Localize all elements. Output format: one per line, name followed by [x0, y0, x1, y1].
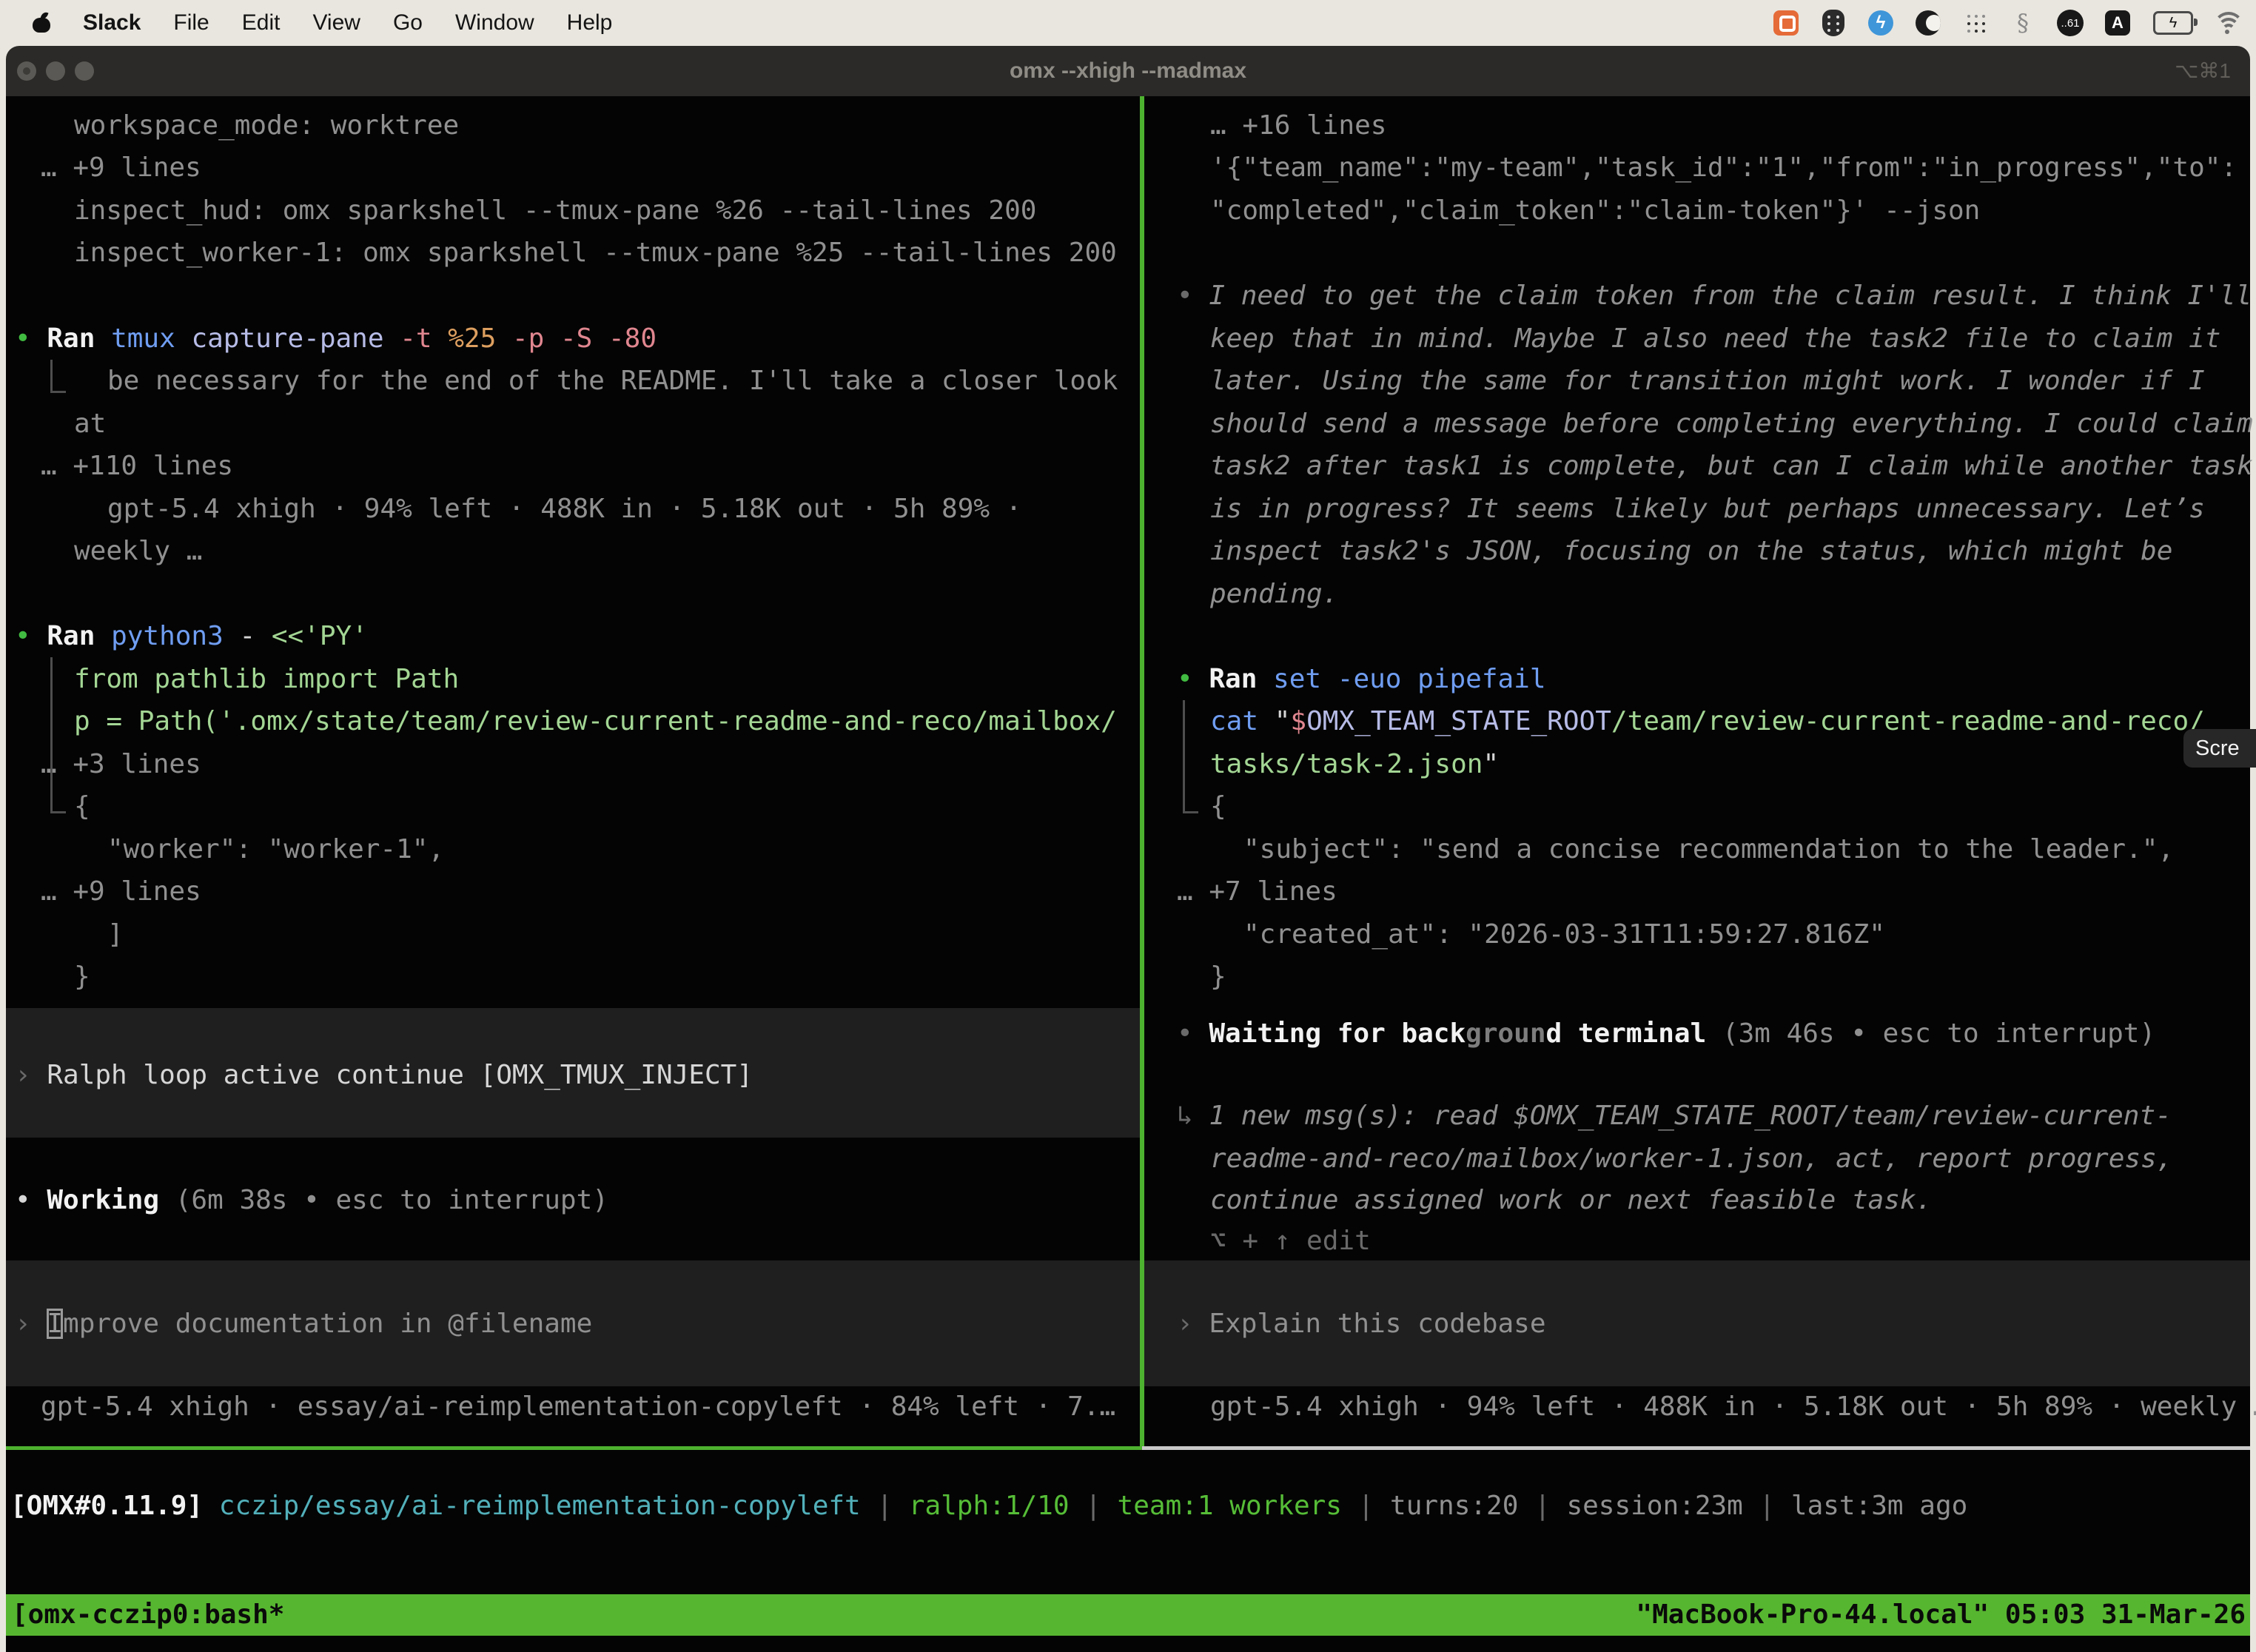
thinking-text: keep that in mind. Maybe I also need the…: [1210, 318, 2220, 360]
ran-shell-command: • Ran set -euo pipefail: [1177, 659, 1546, 700]
json-output: {: [74, 786, 90, 827]
shell-command: tasks/task-2.json": [1210, 744, 1499, 785]
command-output: at: [74, 403, 106, 445]
python-code: p = Path('.omx/state/team/review-current…: [74, 701, 1117, 742]
screen-share-label: Scre: [2195, 736, 2240, 761]
ran-python-command: • Ran python3 - <<'PY': [15, 616, 368, 657]
prompt-placeholder: › Explain this codebase: [1177, 1303, 1546, 1345]
json-output: {: [1210, 786, 1226, 827]
json-output: "created_at": "2026-03-31T11:59:27.816Z": [1243, 914, 1885, 956]
json-output: }: [1210, 956, 1226, 998]
omx-status-line: [OMX#0.11.9] cczip/essay/ai-reimplementa…: [10, 1485, 1967, 1527]
thinking-text: later. Using the same for transition mig…: [1210, 360, 2205, 402]
left-config-line: inspect_hud: omx sparkshell --tmux-pane …: [74, 190, 1036, 232]
json-output: "subject": "send a concise recommendatio…: [1243, 829, 2174, 870]
shell-command: cat "$OMX_TEAM_STATE_ROOT/team/review-cu…: [1210, 701, 2205, 742]
json-output: ]: [107, 914, 124, 956]
left-config-line: inspect_worker-1: omx sparkshell --tmux-…: [74, 232, 1117, 274]
thinking-text: inspect task2's JSON, focusing on the st…: [1210, 531, 2172, 572]
json-output: }: [74, 956, 90, 998]
command-output: be necessary for the end of the README. …: [107, 360, 1118, 402]
json-output: "completed","claim_token":"claim-token"}…: [1210, 190, 1980, 232]
pane-divider[interactable]: [1140, 96, 1144, 1446]
prompt-placeholder: › Improve documentation in @filename: [15, 1303, 592, 1345]
new-message-note: continue assigned work or next feasible …: [1210, 1180, 1932, 1221]
command-output: gpt-5.4 xhigh · 94% left · 488K in · 5.1…: [107, 488, 1021, 530]
right-elided-line: … +7 lines: [1177, 871, 1337, 913]
inactive-pane-border: [1142, 1446, 2250, 1450]
right-elided-line: … +16 lines: [1210, 105, 1386, 147]
session-status: gpt-5.4 xhigh · essay/ai-reimplementatio…: [41, 1386, 1115, 1428]
waiting-status: • Waiting for background terminal (3m 46…: [1177, 1013, 2155, 1055]
session-status: gpt-5.4 xhigh · 94% left · 488K in · 5.1…: [1210, 1386, 2256, 1428]
new-message-note: readme-and-reco/mailbox/worker-1.json, a…: [1210, 1138, 2172, 1180]
json-output: "worker": "worker-1",: [107, 829, 444, 870]
active-pane-border: [6, 1446, 1142, 1450]
tmux-session-tab[interactable]: [omx-cczip0:bash*: [12, 1594, 284, 1636]
terminal-lines: workspace_mode: worktree… +9 linesinspec…: [0, 0, 2256, 1652]
left-elided-line: … +9 lines: [41, 147, 201, 189]
left-elided-line: … +110 lines: [41, 446, 233, 487]
new-message-note: ↳ 1 new msg(s): read $OMX_TEAM_STATE_ROO…: [1177, 1095, 2172, 1137]
left-elided-line: … +9 lines: [41, 871, 201, 913]
screen-share-chip[interactable]: Scre: [2183, 729, 2256, 768]
python-code: from pathlib import Path: [74, 659, 459, 700]
ran-tmux-command: • Ran tmux capture-pane -t %25 -p -S -80: [15, 318, 657, 360]
json-output: '{"team_name":"my-team","task_id":"1","f…: [1210, 147, 2237, 189]
tmux-host-clock: "MacBook-Pro-44.local" 05:03 31-Mar-26: [1636, 1594, 2246, 1636]
left-config-line: workspace_mode: worktree: [74, 105, 459, 147]
thinking-text: should send a message before completing …: [1210, 403, 2253, 445]
ralph-loop-status: › Ralph loop active continue [OMX_TMUX_I…: [15, 1055, 753, 1096]
thinking-text: pending.: [1210, 574, 1338, 615]
tmux-status-bar: [omx-cczip0:bash* "MacBook-Pro-44.local"…: [6, 1594, 2250, 1636]
working-status: • Working (6m 38s • esc to interrupt): [15, 1180, 608, 1221]
thinking-text: task2 after task1 is complete, but can I…: [1210, 446, 2253, 487]
screen: Slack File Edit View Go Window Help ϟ § …: [0, 0, 2256, 1652]
thinking-text: • I need to get the claim token from the…: [1177, 275, 2252, 317]
edit-hint: ⌥ + ↑ edit: [1210, 1220, 1371, 1262]
command-output: weekly …: [74, 531, 202, 572]
thinking-text: is in progress? It seems likely but perh…: [1210, 488, 2205, 530]
left-elided-line: … +3 lines: [41, 744, 201, 785]
